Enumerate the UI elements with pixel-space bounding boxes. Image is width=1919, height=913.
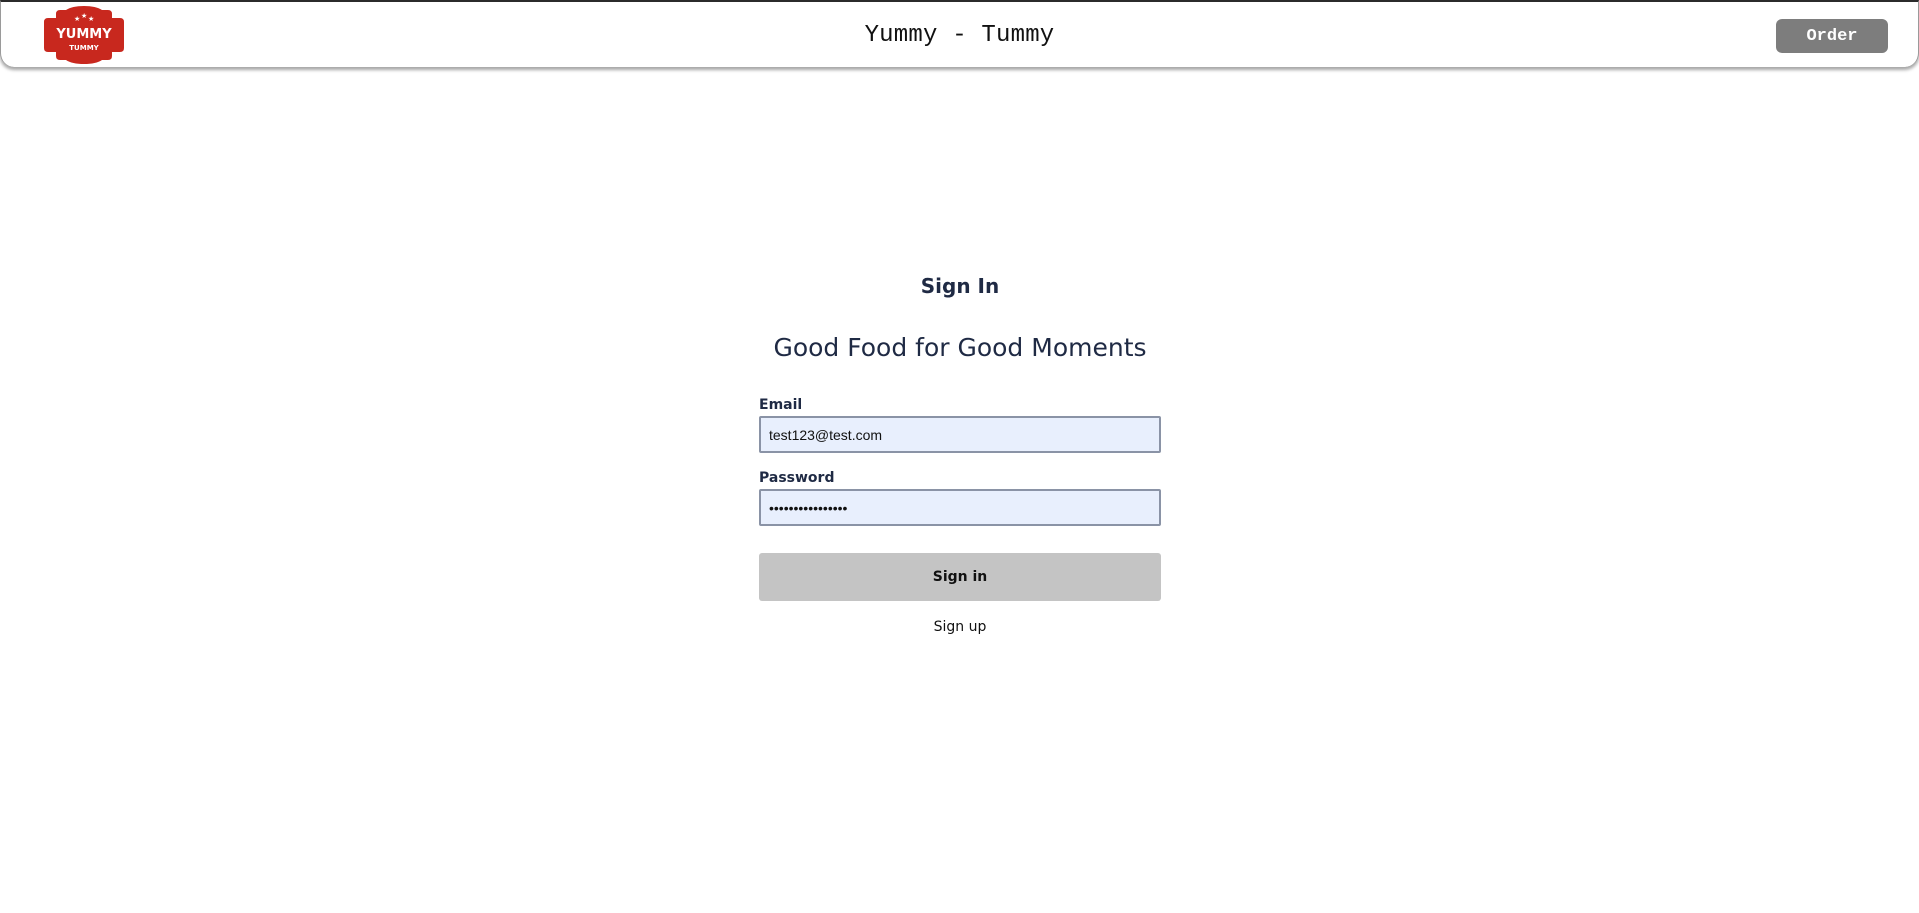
tagline: Good Food for Good Moments <box>773 333 1147 362</box>
sign-up-link[interactable]: Sign up <box>759 619 1161 635</box>
top-navigation-bar: ★ ★ ★ YUMMY TUMMY Yummy - Tummy Order <box>0 0 1919 67</box>
signin-form: Sign In Good Food for Good Moments Email… <box>759 270 1161 635</box>
app-title: Yummy - Tummy <box>864 22 1055 49</box>
field-spacer <box>759 453 1161 469</box>
email-label: Email <box>759 397 803 413</box>
email-input[interactable] <box>759 416 1161 453</box>
signin-heading: Sign In <box>920 274 1000 298</box>
password-label: Password <box>759 470 835 486</box>
sign-in-button[interactable]: Sign in <box>759 553 1161 601</box>
order-button[interactable]: Order <box>1776 19 1888 53</box>
svg-text:★: ★ <box>81 12 87 20</box>
password-input[interactable] <box>759 489 1161 526</box>
